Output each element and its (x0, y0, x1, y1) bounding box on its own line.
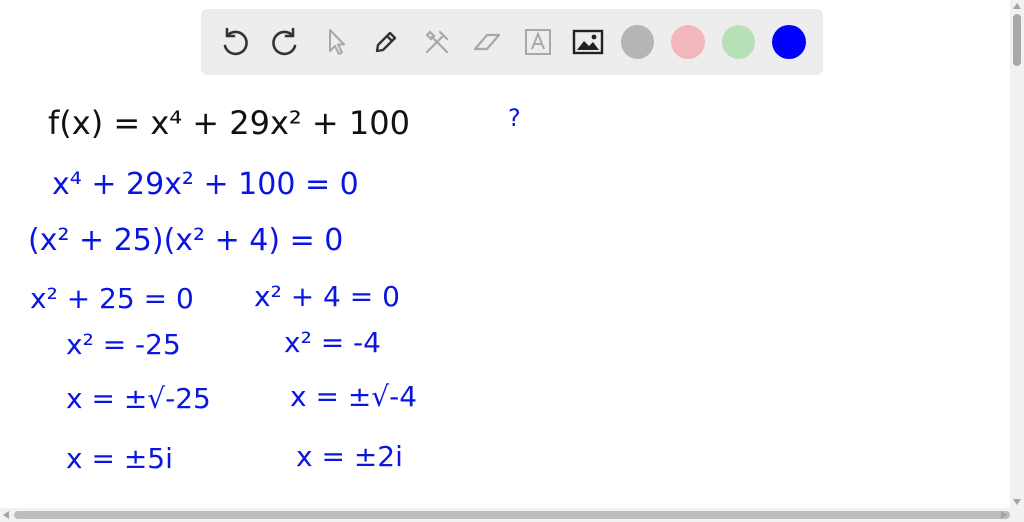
scroll-right-icon[interactable] (1001, 511, 1007, 519)
factor-one-equation: x² + 25 = 0 (30, 282, 194, 315)
horizontal-scroll-thumb[interactable] (14, 511, 1010, 519)
scroll-left-icon[interactable] (3, 511, 9, 519)
factor-two-solution: x = ±2i (296, 440, 403, 473)
factor-one-solution: x = ±5i (66, 442, 173, 475)
function-definition: f(x) = x⁴ + 29x² + 100 (48, 104, 410, 142)
handwriting-layer: f(x) = x⁴ + 29x² + 100 ? x⁴ + 29x² + 100… (28, 104, 521, 475)
vertical-scroll-thumb[interactable] (1013, 14, 1021, 66)
margin-note: ? (508, 104, 521, 132)
vertical-scrollbar[interactable] (1010, 0, 1024, 508)
factor-two-equation: x² + 4 = 0 (254, 280, 400, 313)
scroll-down-icon[interactable] (1013, 499, 1021, 505)
horizontal-scrollbar[interactable] (0, 508, 1024, 522)
factor-one-isolated: x² = -25 (66, 328, 181, 361)
factor-two-root: x = ±√-4 (290, 380, 417, 413)
factor-two-isolated: x² = -4 (284, 326, 381, 359)
whiteboard-canvas[interactable]: f(x) = x⁴ + 29x² + 100 ? x⁴ + 29x² + 100… (0, 0, 1010, 508)
scroll-up-icon[interactable] (1013, 3, 1021, 9)
equation-set-zero: x⁴ + 29x² + 100 = 0 (52, 167, 359, 202)
factor-one-root: x = ±√-25 (66, 382, 211, 415)
factored-equation: (x² + 25)(x² + 4) = 0 (28, 223, 343, 258)
